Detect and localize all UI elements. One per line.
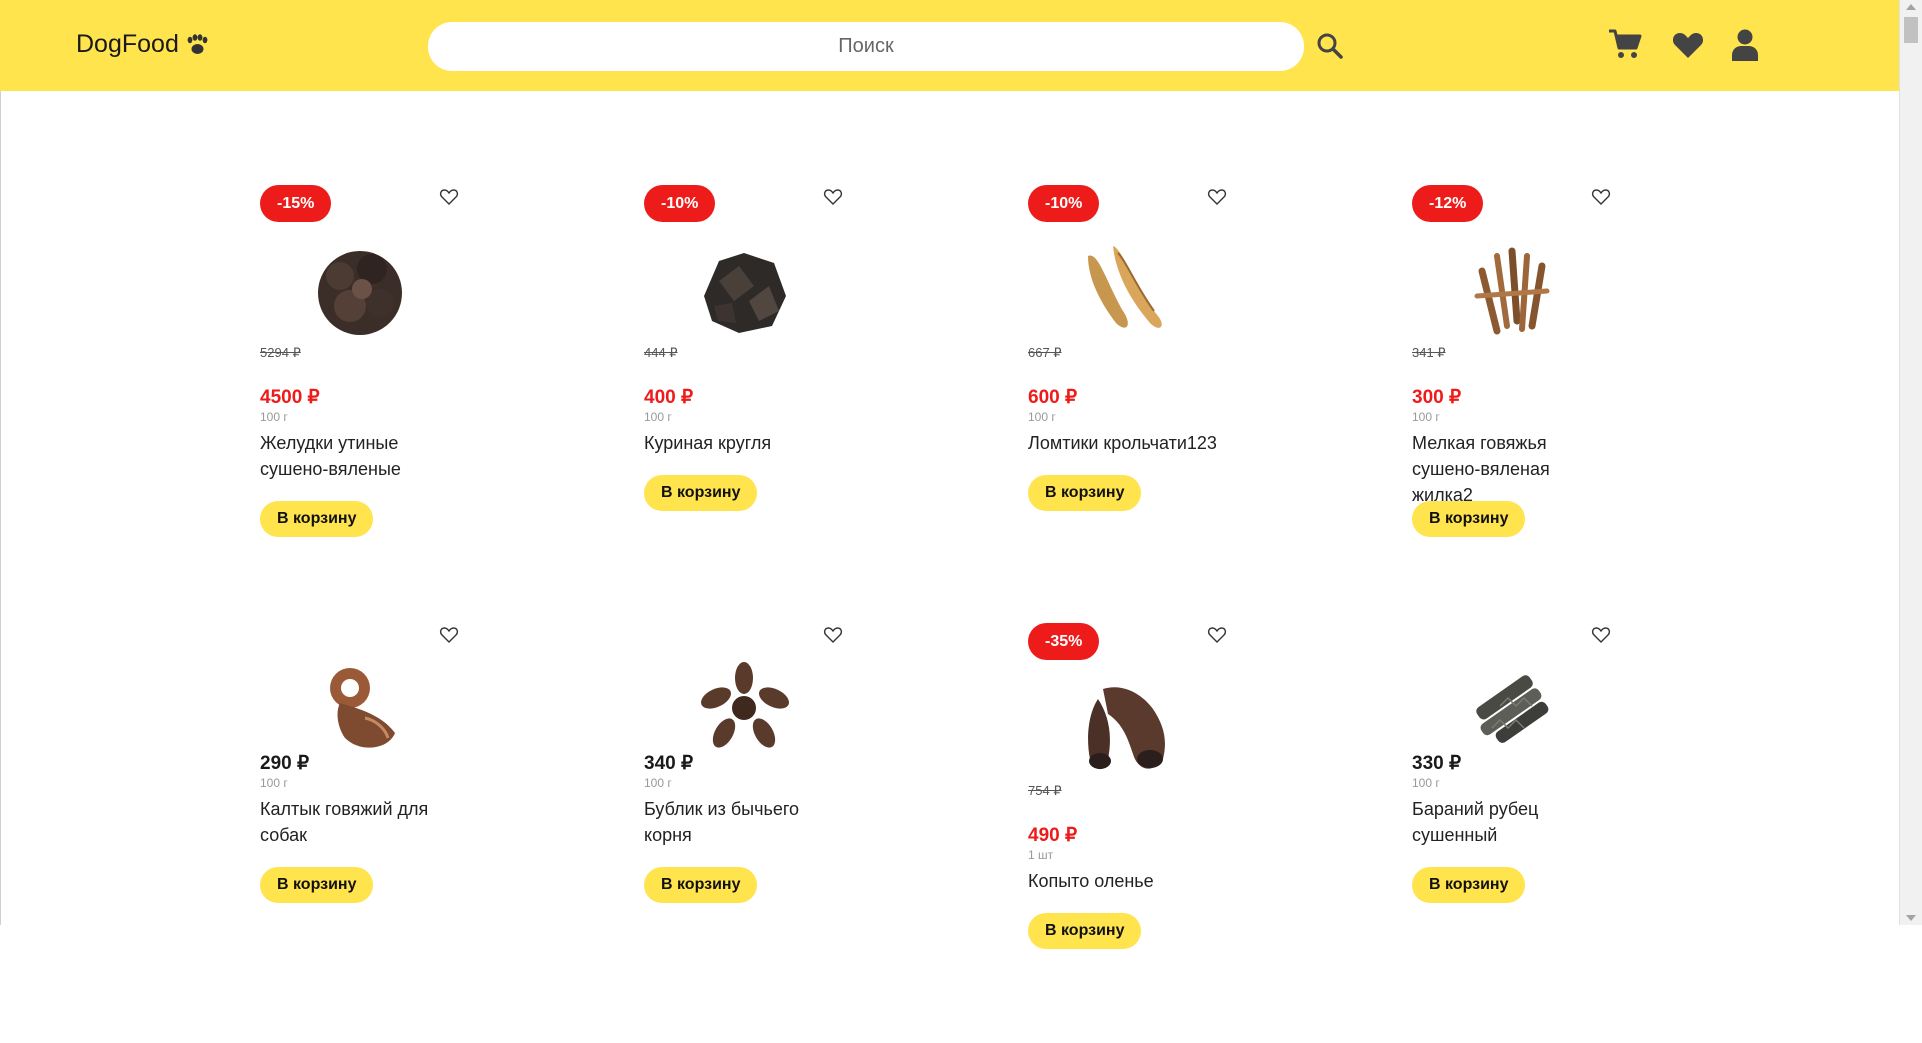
scroll-up-arrow-icon[interactable] (1906, 4, 1916, 10)
product-image (1476, 675, 1549, 743)
weight: 100 г (260, 776, 288, 790)
page-border (0, 91, 1, 925)
heart-icon[interactable] (1672, 31, 1704, 59)
product-image (318, 251, 402, 335)
favorite-heart-icon[interactable] (439, 625, 459, 645)
product-image (1474, 247, 1550, 335)
product-image (1088, 687, 1165, 770)
scrollbar-thumb[interactable] (1904, 17, 1918, 43)
weight: 100 г (1412, 776, 1440, 790)
discount-badge: -35% (1028, 623, 1100, 660)
old-price: 5294 ₽ (260, 345, 301, 360)
product-image (1088, 246, 1162, 328)
header: DogFood (0, 0, 1900, 91)
user-icon[interactable] (1731, 29, 1759, 61)
add-to-cart-button[interactable]: В корзину (260, 501, 374, 537)
product-card[interactable]: -15% 5294 ₽ 4500 ₽ 100 г Желудки утиные … (260, 185, 490, 605)
cart-icon[interactable] (1608, 28, 1642, 60)
favorite-heart-icon[interactable] (1207, 625, 1227, 645)
favorite-heart-icon[interactable] (823, 625, 843, 645)
price: 330 ₽ (1412, 753, 1462, 774)
discount-badge: -10% (644, 185, 716, 222)
logo[interactable]: DogFood (76, 30, 209, 59)
product-card[interactable]: -10% 444 ₽ 400 ₽ 100 г Куриная кругля В … (644, 185, 874, 605)
discount-badge: -10% (1028, 185, 1100, 222)
product-image (701, 662, 789, 748)
scrollbar[interactable] (1899, 0, 1922, 925)
old-price: 754 ₽ (1028, 783, 1062, 798)
scroll-down-arrow-icon[interactable] (1906, 915, 1916, 921)
price: 600 ₽ (1028, 387, 1078, 408)
add-to-cart-button[interactable]: В корзину (1028, 913, 1142, 949)
add-to-cart-button[interactable]: В корзину (260, 867, 374, 903)
favorite-heart-icon[interactable] (1207, 187, 1227, 207)
price: 340 ₽ (644, 753, 694, 774)
add-to-cart-button[interactable]: В корзину (1412, 867, 1526, 903)
product-card[interactable]: 330 ₽ 100 г Бараний рубец сушенный В кор… (1412, 623, 1642, 1043)
weight: 100 г (644, 410, 672, 424)
old-price: 341 ₽ (1412, 345, 1446, 360)
weight: 100 г (1028, 410, 1056, 424)
discount-badge: -15% (260, 185, 332, 222)
favorite-heart-icon[interactable] (1591, 625, 1611, 645)
price: 490 ₽ (1028, 825, 1078, 846)
old-price: 667 ₽ (1028, 345, 1062, 360)
product-name[interactable]: Калтык говяжий для собак (260, 796, 460, 848)
product-card[interactable]: -10% 667 ₽ 600 ₽ 100 г Ломтики крольчати… (1028, 185, 1258, 605)
price: 400 ₽ (644, 387, 694, 408)
add-to-cart-button[interactable]: В корзину (1412, 501, 1526, 537)
product-name[interactable]: Бублик из бычьего корня (644, 796, 844, 848)
product-name[interactable]: Желудки утиные сушено-вяленые (260, 430, 460, 482)
product-card[interactable]: -12% 341 ₽ 300 ₽ 100 г Мелкая говяжья су… (1412, 185, 1642, 605)
product-name[interactable]: Бараний рубец сушенный (1412, 796, 1612, 848)
search-icon[interactable] (1316, 32, 1344, 60)
favorite-heart-icon[interactable] (1591, 187, 1611, 207)
add-to-cart-button[interactable]: В корзину (644, 475, 758, 511)
add-to-cart-button[interactable]: В корзину (1028, 475, 1142, 511)
product-image (330, 668, 395, 748)
paw-icon (187, 33, 208, 54)
product-card[interactable]: 340 ₽ 100 г Бублик из бычьего корня В ко… (644, 623, 874, 1043)
favorite-heart-icon[interactable] (823, 187, 843, 207)
old-price: 444 ₽ (644, 345, 678, 360)
weight: 100 г (644, 776, 672, 790)
product-name[interactable]: Ломтики крольчати123 (1028, 430, 1228, 456)
weight: 100 г (1412, 410, 1440, 424)
weight: 1 шт (1028, 848, 1054, 862)
discount-badge: -12% (1412, 185, 1484, 222)
price: 290 ₽ (260, 753, 310, 774)
product-card[interactable]: -35% 754 ₽ 490 ₽ 1 шт Копыто оленье В ко… (1028, 623, 1258, 1043)
product-name[interactable]: Копыто оленье (1028, 868, 1228, 894)
product-card[interactable]: 290 ₽ 100 г Калтык говяжий для собак В к… (260, 623, 490, 1043)
favorite-heart-icon[interactable] (439, 187, 459, 207)
weight: 100 г (260, 410, 288, 424)
product-name[interactable]: Мелкая говяжья сушено-вяленая жилка2 (1412, 430, 1612, 508)
search-input[interactable] (428, 22, 1304, 71)
add-to-cart-button[interactable]: В корзину (644, 867, 758, 903)
price: 4500 ₽ (260, 387, 320, 408)
product-name[interactable]: Куриная кругля (644, 430, 844, 456)
product-image (704, 253, 786, 333)
price: 300 ₽ (1412, 387, 1462, 408)
logo-text: DogFood (76, 30, 179, 58)
